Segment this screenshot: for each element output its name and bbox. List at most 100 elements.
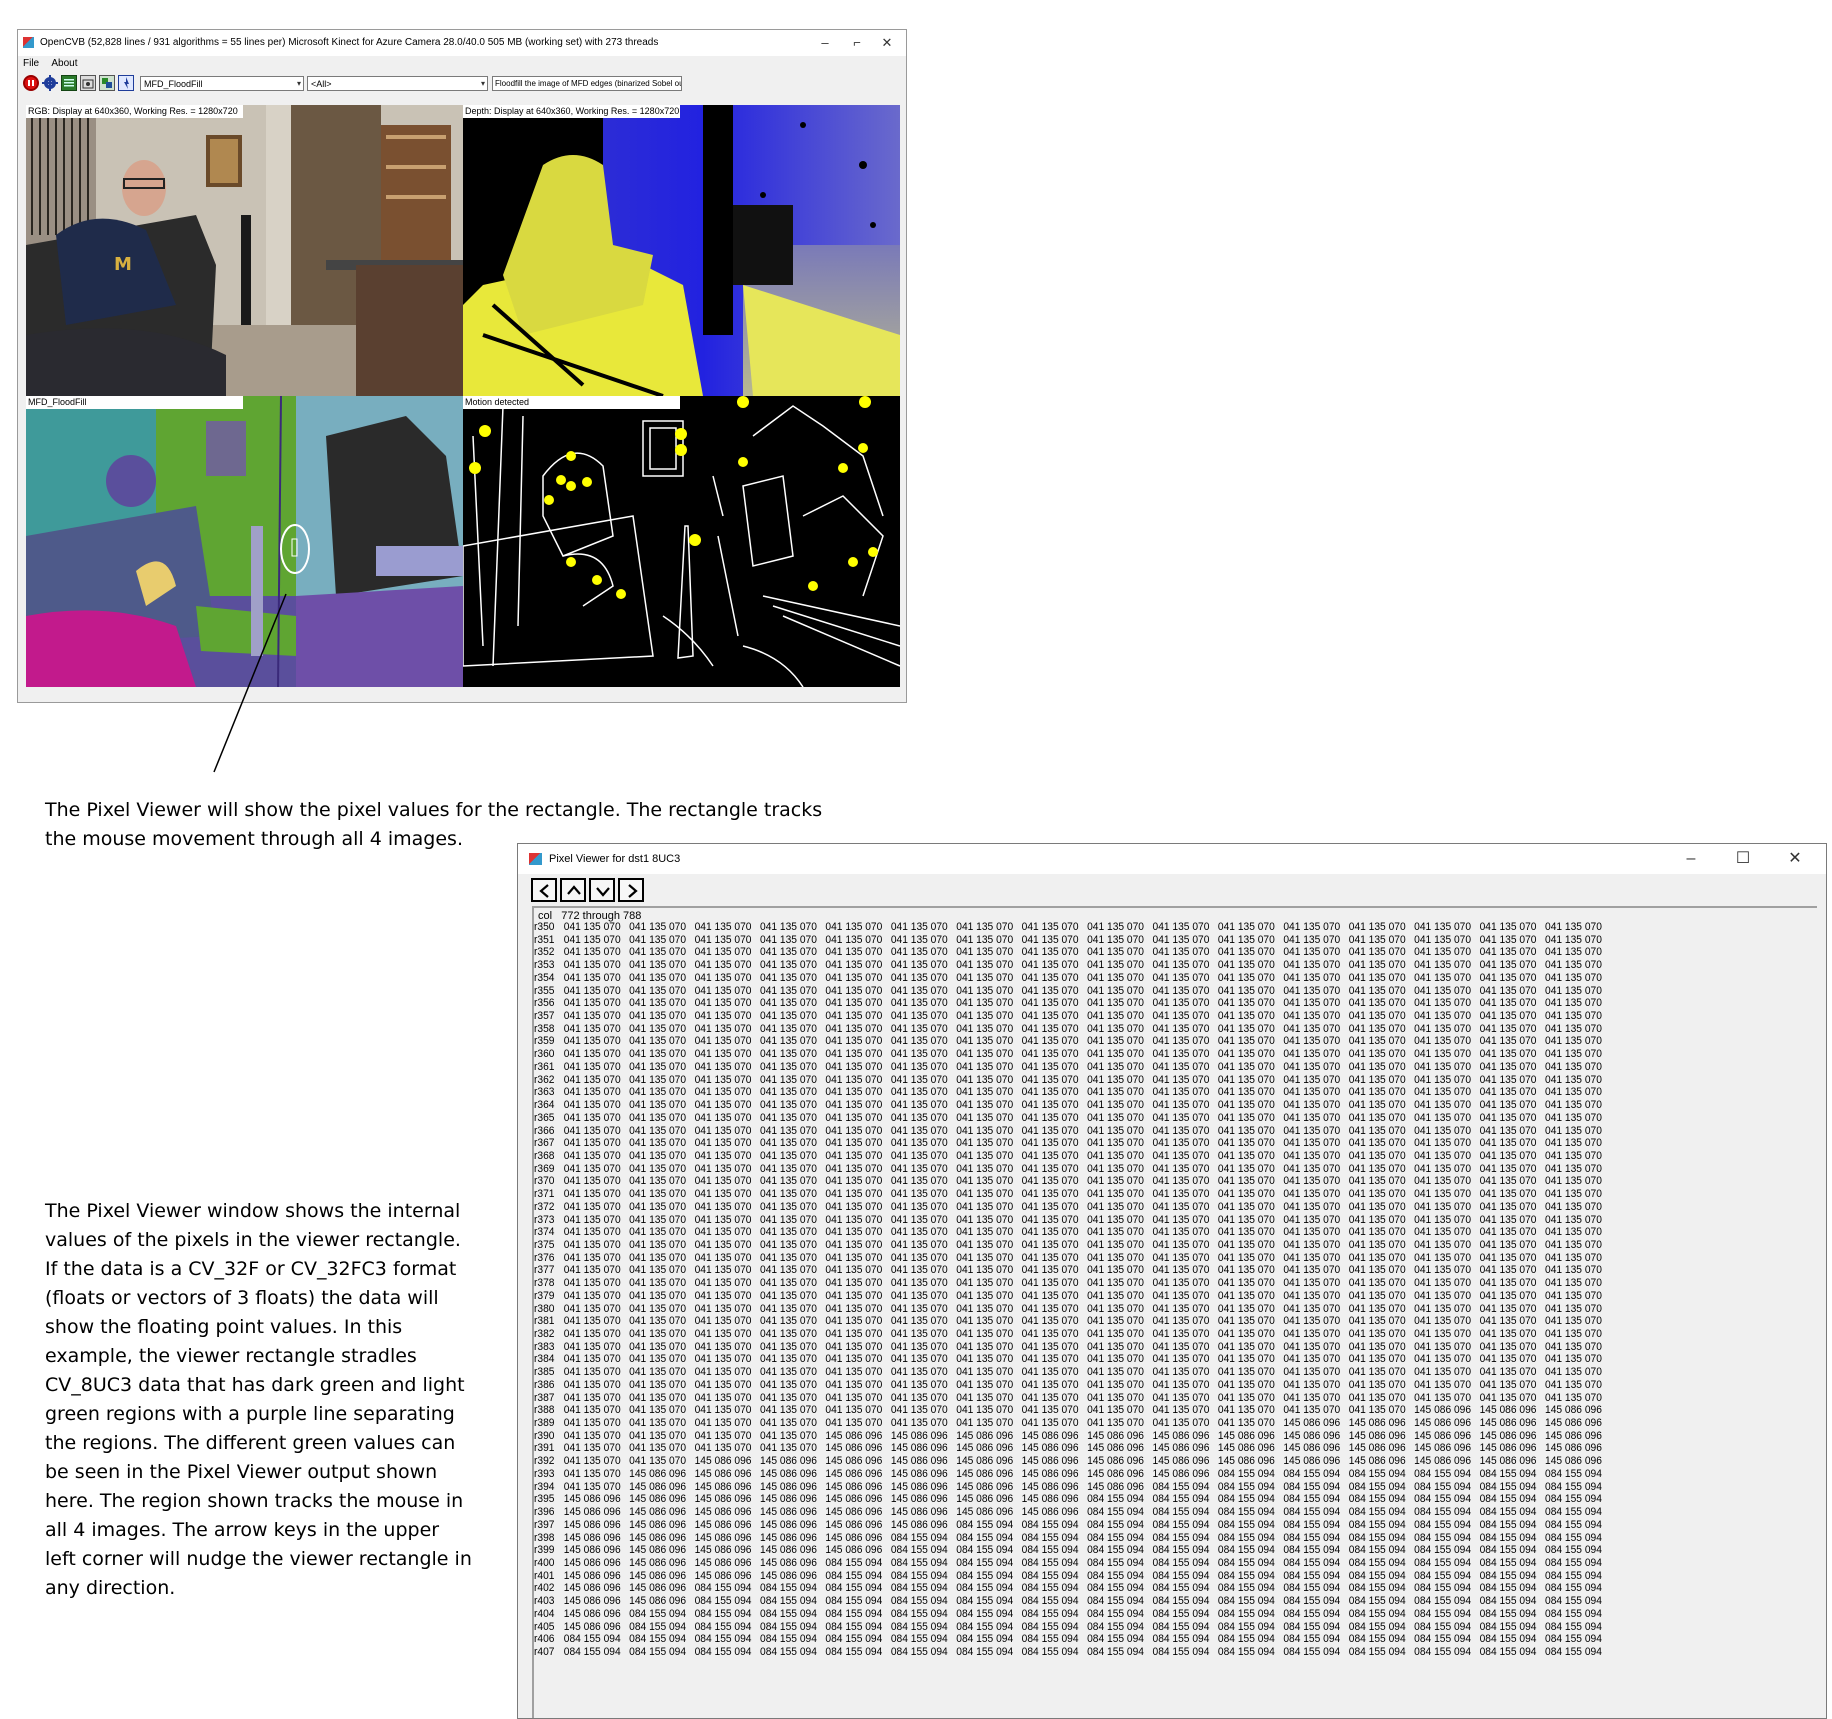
row-label: r395 [534, 1493, 555, 1506]
row-values: 041 135 070 041 135 070 041 135 070 041 … [563, 997, 1602, 1010]
row-values: 041 135 070 041 135 070 041 135 070 041 … [563, 1149, 1602, 1162]
row-values: 041 135 070 041 135 070 041 135 070 041 … [563, 971, 1602, 984]
pixel-row: r359 041 135 070 041 135 070 041 135 070 … [534, 1035, 1602, 1048]
row-values: 145 086 096 145 086 096 084 155 094 084 … [563, 1582, 1602, 1595]
row-values: 145 086 096 145 086 096 084 155 094 084 … [563, 1595, 1602, 1608]
pixel-row: r402 145 086 096 145 086 096 084 155 094 … [534, 1582, 1602, 1595]
pixel-row: r354 041 135 070 041 135 070 041 135 070 … [534, 972, 1602, 985]
row-label: r405 [534, 1620, 555, 1633]
side-annotation-line: values of the pixels in the viewer recta… [45, 1229, 461, 1251]
row-values: 041 135 070 041 135 070 041 135 070 041 … [563, 1035, 1602, 1048]
nudge-up-button[interactable] [560, 878, 586, 902]
row-label: r397 [534, 1518, 555, 1531]
pixel-values-display[interactable]: col 772 through 788 r350 041 135 070 041 … [532, 906, 1817, 1718]
side-annotation-line: example, the viewer rectangle stradles [45, 1345, 417, 1367]
side-annotation-line: green regions with a purple line separat… [45, 1403, 455, 1425]
pixel-row: r374 041 135 070 041 135 070 041 135 070 … [534, 1226, 1602, 1239]
nudge-left-button[interactable] [531, 878, 557, 902]
chevron-down-icon [596, 887, 610, 897]
pixel-row: r368 041 135 070 041 135 070 041 135 070 … [534, 1150, 1602, 1163]
pixel-row: r352 041 135 070 041 135 070 041 135 070 … [534, 946, 1602, 959]
row-label: r390 [534, 1429, 555, 1442]
side-annotation-line: (floats or vectors of 3 floats) the data… [45, 1287, 439, 1309]
pixel-row: r362 041 135 070 041 135 070 041 135 070 … [534, 1074, 1602, 1087]
side-annotation-line: CV_8UC3 data that has dark green and lig… [45, 1374, 465, 1396]
row-values: 041 135 070 041 135 070 041 135 070 041 … [563, 959, 1602, 972]
row-label: r365 [534, 1111, 555, 1124]
pixel-row: r363 041 135 070 041 135 070 041 135 070 … [534, 1086, 1602, 1099]
row-values: 041 135 070 041 135 070 041 135 070 041 … [563, 984, 1602, 997]
row-label: r385 [534, 1366, 555, 1379]
row-label: r399 [534, 1544, 555, 1557]
row-label: r383 [534, 1340, 555, 1353]
pixel-row: r353 041 135 070 041 135 070 041 135 070 … [534, 959, 1602, 972]
chevron-right-icon [628, 884, 638, 898]
pixel-row: r376 041 135 070 041 135 070 041 135 070 … [534, 1252, 1602, 1265]
row-values: 041 135 070 041 135 070 041 135 070 041 … [563, 1353, 1602, 1366]
row-label: r375 [534, 1238, 555, 1251]
pixel-row: r397 145 086 096 145 086 096 145 086 096 … [534, 1519, 1602, 1532]
row-values: 041 135 070 041 135 070 041 135 070 041 … [563, 921, 1602, 933]
row-values: 041 135 070 041 135 070 041 135 070 041 … [563, 1060, 1602, 1073]
row-values: 145 086 096 145 086 096 145 086 096 145 … [563, 1493, 1602, 1506]
pixel-row: r404 145 086 096 084 155 094 084 155 094 … [534, 1608, 1602, 1621]
row-label: r371 [534, 1188, 555, 1201]
row-values: 041 135 070 041 135 070 041 135 070 041 … [563, 933, 1602, 946]
pixel-row: r357 041 135 070 041 135 070 041 135 070 … [534, 1010, 1602, 1023]
row-label: r359 [534, 1035, 555, 1048]
row-label: r361 [534, 1060, 555, 1073]
row-label: r387 [534, 1391, 555, 1404]
pixel-row: r370 041 135 070 041 135 070 041 135 070 … [534, 1175, 1602, 1188]
row-values: 041 135 070 145 086 096 145 086 096 145 … [563, 1480, 1602, 1493]
row-label: r394 [534, 1480, 555, 1493]
row-label: r376 [534, 1251, 555, 1264]
nudge-right-button[interactable] [618, 878, 644, 902]
row-label: r353 [534, 959, 555, 972]
row-label: r407 [534, 1645, 555, 1658]
pixel-row: r383 041 135 070 041 135 070 041 135 070 … [534, 1341, 1602, 1354]
motion-image-label: Motion detected [463, 396, 680, 409]
row-label: r386 [534, 1378, 555, 1391]
row-values: 041 135 070 041 135 070 041 135 070 041 … [563, 1328, 1602, 1340]
floodfill-image-label: MFD_FloodFill [26, 396, 243, 409]
row-label: r367 [534, 1137, 555, 1150]
pixel-rows: r350 041 135 070 041 135 070 041 135 070 … [534, 921, 1602, 1659]
side-annotation-line: any direction. [45, 1577, 176, 1599]
row-label: r369 [534, 1162, 555, 1175]
pixel-row: r377 041 135 070 041 135 070 041 135 070 … [534, 1264, 1602, 1277]
row-label: r372 [534, 1200, 555, 1213]
pixel-viewer-window: Pixel Viewer for dst1 8UC3 – ☐ ✕ col 772… [517, 843, 1827, 1719]
maximize-icon[interactable]: ☐ [1718, 844, 1768, 874]
row-values: 041 135 070 041 135 070 041 135 070 041 … [563, 1302, 1602, 1315]
row-label: r354 [534, 971, 555, 984]
row-values: 084 155 094 084 155 094 084 155 094 084 … [563, 1645, 1602, 1658]
pixel-row: r358 041 135 070 041 135 070 041 135 070 … [534, 1023, 1602, 1036]
minimize-icon[interactable]: – [1666, 844, 1716, 874]
row-label: r362 [534, 1073, 555, 1086]
row-label: r357 [534, 1010, 555, 1023]
row-label: r403 [534, 1595, 555, 1608]
row-label: r384 [534, 1353, 555, 1366]
row-label: r374 [534, 1226, 555, 1239]
pixel-viewer-title-bar: Pixel Viewer for dst1 8UC3 – ☐ ✕ [518, 844, 1826, 874]
row-values: 145 086 096 145 086 096 145 086 096 145 … [563, 1518, 1602, 1531]
pixel-row: r366 041 135 070 041 135 070 041 135 070 … [534, 1125, 1602, 1138]
pixel-row: r382 041 135 070 041 135 070 041 135 070 … [534, 1328, 1602, 1341]
pixel-row: r381 041 135 070 041 135 070 041 135 070 … [534, 1315, 1602, 1328]
row-values: 041 135 070 041 135 070 041 135 070 041 … [563, 1099, 1602, 1112]
row-values: 041 135 070 041 135 070 041 135 070 041 … [563, 1315, 1602, 1328]
top-annotation-line: The Pixel Viewer will show the pixel val… [45, 799, 823, 821]
pixel-row: r403 145 086 096 145 086 096 084 155 094 … [534, 1595, 1602, 1608]
pixel-row: r395 145 086 096 145 086 096 145 086 096 … [534, 1493, 1602, 1506]
close-icon[interactable]: ✕ [1770, 844, 1820, 874]
nudge-down-button[interactable] [589, 878, 615, 902]
pixel-row: r406 084 155 094 084 155 094 084 155 094 … [534, 1633, 1602, 1646]
row-values: 041 135 070 041 135 070 145 086 096 145 … [563, 1455, 1602, 1468]
row-values: 041 135 070 041 135 070 041 135 070 041 … [563, 1251, 1602, 1264]
row-label: r392 [534, 1455, 555, 1468]
row-label: r355 [534, 984, 555, 997]
row-values: 041 135 070 041 135 070 041 135 070 041 … [563, 1238, 1602, 1251]
row-label: r368 [534, 1149, 555, 1162]
pixel-row: r393 041 135 070 145 086 096 145 086 096 … [534, 1468, 1602, 1481]
pixel-row: r386 041 135 070 041 135 070 041 135 070 … [534, 1379, 1602, 1392]
